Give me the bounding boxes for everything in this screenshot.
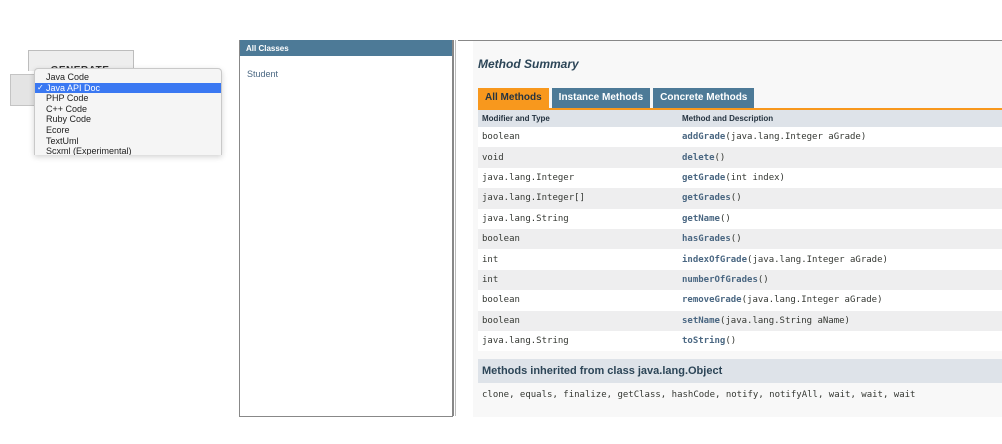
method-params: (java.lang.Integer aGrade) (725, 132, 867, 143)
language-option-label: C++ Code (46, 103, 88, 114)
method-name-link[interactable]: getGrade (682, 173, 725, 183)
table-row: int numberOfGrades() (478, 269, 1002, 291)
method-return-type: boolean (478, 290, 678, 311)
inherited-methods-header: Methods inherited from class java.lang.O… (478, 359, 1002, 383)
method-table: Modifier and Type Method and Description… (478, 110, 1002, 352)
method-params: (java.lang.Integer aGrade) (747, 254, 888, 265)
method-params: () (730, 234, 742, 245)
language-option-label: Ecore (46, 124, 70, 135)
table-row: void delete() (478, 147, 1002, 168)
method-name-link[interactable]: setName (682, 316, 720, 326)
method-signature: numberOfGrades() (678, 269, 1002, 291)
column-header-method: Method and Description (678, 110, 1002, 127)
language-option[interactable]: Scxml (Experimental) (35, 146, 221, 155)
class-list-item: Student (247, 64, 452, 82)
method-summary-title: Method Summary (478, 57, 579, 71)
method-params: () (725, 336, 737, 347)
language-option[interactable]: Java Code (35, 72, 221, 83)
method-tab-bar: All Methods Instance Methods Concrete Meth… (478, 88, 757, 108)
method-params: (int index) (725, 172, 785, 183)
language-option-label: TextUml (46, 135, 79, 146)
method-name-link[interactable]: indexOfGrade (682, 255, 747, 265)
language-option[interactable]: TextUml (35, 136, 221, 147)
main-content: Method Summary All Methods Instance Metho… (458, 40, 1002, 417)
method-return-type: void (478, 147, 678, 168)
table-row: int indexOfGrade(java.lang.Integer aGrade… (478, 249, 1002, 270)
table-row: java.lang.String getName() (478, 208, 1002, 229)
method-params: () (719, 213, 731, 224)
language-option-label: Ruby Code (46, 114, 92, 125)
method-name-link[interactable]: numberOfGrades (682, 275, 758, 285)
method-name-link[interactable]: toString (682, 336, 725, 346)
language-dropdown[interactable]: Java Code ✓ Java API Doc PHP Code C++ Code Ru… (34, 68, 222, 155)
frame-divider[interactable] (453, 40, 454, 416)
method-name-link[interactable]: hasGrades (682, 234, 731, 244)
method-signature: setName(java.lang.String aName) (678, 310, 1002, 331)
checkmark-icon: ✓ (37, 82, 44, 92)
tab-instance-methods[interactable]: Instance Methods (551, 88, 651, 108)
method-name-link[interactable]: removeGrade (682, 295, 742, 305)
language-option-label: Java Code (46, 72, 90, 82)
table-row: boolean addGrade(java.lang.Integer aGrade… (478, 127, 1002, 148)
method-return-type: boolean (478, 310, 678, 331)
language-option[interactable]: Ruby Code (35, 114, 221, 125)
language-options: Java Code ✓ Java API Doc PHP Code C++ Code Ru… (35, 69, 221, 155)
table-row: java.lang.Integer getGrade(int index) (478, 167, 1002, 189)
method-return-type: java.lang.Integer (478, 167, 678, 189)
method-params: () (730, 193, 742, 204)
table-row: boolean setName(java.lang.String aName) (478, 310, 1002, 331)
language-option[interactable]: C++ Code (35, 104, 221, 115)
class-list: Student (240, 56, 452, 82)
method-params: (java.lang.Integer aGrade) (741, 295, 883, 306)
class-list-frame: All Classes Student (239, 40, 453, 417)
method-summary-section: Method Summary All Methods Instance Metho… (473, 41, 1002, 417)
method-signature: getGrade(int index) (678, 167, 1002, 189)
frame-divider-inner (455, 40, 456, 416)
method-params: () (714, 152, 726, 163)
column-header-modifier: Modifier and Type (478, 110, 678, 127)
class-link[interactable]: Student (247, 69, 278, 79)
method-return-type: boolean (478, 127, 678, 148)
method-return-type: int (478, 249, 678, 270)
method-signature: getGrades() (678, 188, 1002, 209)
method-signature: toString() (678, 330, 1002, 352)
inherited-methods-list: clone, equals, finalize, getClass, hashC… (482, 390, 916, 400)
method-params: (java.lang.String aName) (719, 315, 850, 326)
language-option[interactable]: ✓ Java API Doc (35, 82, 221, 94)
language-option[interactable]: Ecore (35, 125, 221, 136)
language-option-label: Java API Doc (46, 82, 101, 93)
table-row: boolean hasGrades() (478, 228, 1002, 250)
tab-all-methods[interactable]: All Methods (478, 88, 549, 108)
code-generator-widget: GENERATE Java Code✓Java API DocPHP CodeC… (0, 0, 235, 160)
generator-side-tab (10, 74, 36, 106)
method-params: () (757, 274, 769, 285)
method-signature: getName() (678, 208, 1002, 229)
method-name-link[interactable]: addGrade (682, 132, 725, 142)
method-return-type: int (478, 269, 678, 291)
method-name-link[interactable]: getName (682, 214, 720, 224)
language-option[interactable]: PHP Code (35, 93, 221, 104)
language-option-label: PHP Code (46, 93, 89, 104)
table-row: java.lang.String toString() (478, 330, 1002, 352)
table-header-row: Modifier and Type Method and Description (478, 110, 1002, 127)
table-row: java.lang.Integer[] getGrades() (478, 188, 1002, 209)
method-return-type: java.lang.String (478, 208, 678, 229)
class-list-header: All Classes (240, 40, 452, 56)
tab-concrete-methods[interactable]: Concrete Methods (653, 88, 755, 108)
table-row: boolean removeGrade(java.lang.Integer aGr… (478, 290, 1002, 311)
method-return-type: java.lang.Integer[] (478, 188, 678, 209)
method-return-type: java.lang.String (478, 330, 678, 352)
method-name-link[interactable]: getGrades (682, 193, 731, 203)
method-signature: hasGrades() (678, 228, 1002, 250)
method-return-type: boolean (478, 228, 678, 250)
language-option-label: Scxml (Experimental) (46, 146, 132, 155)
method-signature: removeGrade(java.lang.Integer aGrade) (678, 290, 1002, 311)
method-signature: delete() (678, 147, 1002, 168)
method-signature: indexOfGrade(java.lang.Integer aGrade) (678, 249, 1002, 270)
method-name-link[interactable]: delete (682, 153, 715, 163)
method-signature: addGrade(java.lang.Integer aGrade) (678, 127, 1002, 148)
